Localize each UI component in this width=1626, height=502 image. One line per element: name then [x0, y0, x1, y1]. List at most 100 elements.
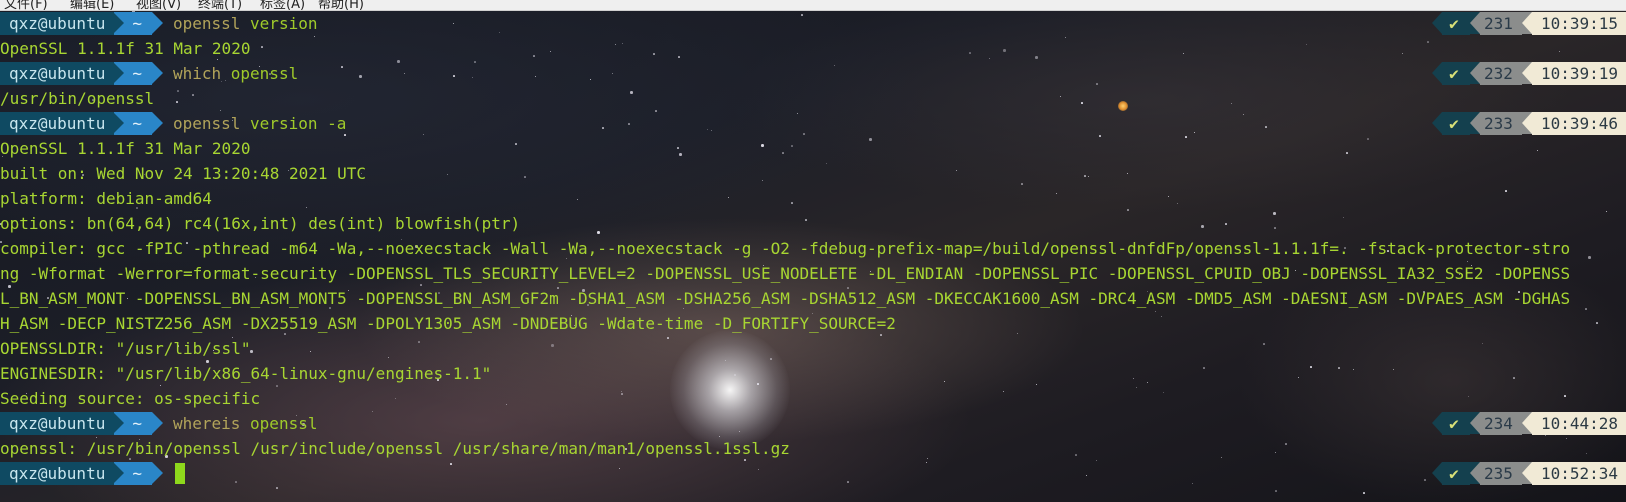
history-number: 232: [1480, 62, 1522, 85]
powerline-separator-icon: [1432, 62, 1442, 84]
prompt-dir-text: ~: [132, 64, 142, 83]
command-args: version -a: [240, 114, 347, 133]
prompt-dir-text: ~: [132, 414, 142, 433]
star: [1275, 490, 1277, 492]
powerline-separator-icon: [1432, 12, 1442, 34]
prompt-dir-text: ~: [132, 14, 142, 33]
menu-item[interactable]: 帮助(H): [318, 0, 364, 10]
prompt-user: qxz@ubuntu: [0, 462, 115, 485]
menu-item[interactable]: 标签(A): [260, 0, 305, 10]
timestamp: 10:52:34: [1532, 462, 1626, 485]
powerline-separator-icon: [151, 62, 163, 84]
output-line: Seeding source: os-specific: [0, 389, 261, 408]
powerline-separator-icon: [1470, 462, 1480, 484]
powerline-separator-icon: [113, 12, 125, 34]
right-prompt-status: ✔ 235 10:52:34: [1432, 462, 1626, 485]
command-text: openssl version: [173, 14, 318, 33]
history-number: 233: [1480, 112, 1522, 135]
powerline-separator-icon: [151, 412, 163, 434]
success-check-icon: ✔: [1442, 12, 1470, 35]
powerline-separator-icon: [1470, 112, 1480, 134]
powerline-separator-icon: [1432, 412, 1442, 434]
powerline-separator-icon: [1522, 462, 1532, 484]
output-line: openssl: /usr/bin/openssl /usr/include/o…: [0, 439, 790, 458]
prompt-directory: ~: [113, 412, 152, 435]
success-check-icon: ✔: [1442, 112, 1470, 135]
powerline-separator-icon: [1432, 112, 1442, 134]
history-number: 234: [1480, 412, 1522, 435]
prompt-line: qxz@ubuntu ~ which openssl ✔ 232 10:39:19: [0, 61, 1626, 86]
powerline-separator-icon: [151, 462, 163, 484]
timestamp: 10:39:15: [1532, 12, 1626, 35]
powerline-separator-icon: [1470, 412, 1480, 434]
command-args: openssl: [221, 64, 299, 83]
menu-item[interactable]: 终端(T): [198, 0, 242, 10]
prompt-line: qxz@ubuntu ~ whereis openssl ✔ 234 10:44:28: [0, 411, 1626, 436]
command-name: which: [172, 64, 222, 83]
timestamp: 10:39:19: [1532, 62, 1626, 85]
output-line: compiler: gcc -fPIC -pthread -m64 -Wa,--…: [0, 239, 1571, 258]
command-text: whereis openssl: [173, 414, 318, 433]
powerline-separator-icon: [151, 112, 163, 134]
prompt-line: qxz@ubuntu ~ openssl version ✔ 231 10:39:15: [0, 11, 1626, 36]
prompt-dir-text: ~: [132, 464, 142, 483]
menu-item[interactable]: 视图(V): [136, 0, 181, 10]
right-prompt-status: ✔ 233 10:39:46: [1432, 112, 1626, 135]
powerline-separator-icon: [1522, 112, 1532, 134]
powerline-separator-icon: [151, 12, 163, 34]
command-name: openssl: [172, 14, 241, 33]
output-line: OpenSSL 1.1.1f 31 Mar 2020: [0, 39, 251, 58]
prompt-user: qxz@ubuntu: [0, 62, 115, 85]
output-line: platform: debian-amd64: [0, 189, 212, 208]
command-name: openssl: [172, 114, 241, 133]
output-line: options: bn(64,64) rc4(16x,int) des(int)…: [0, 214, 521, 233]
output-line: OpenSSL 1.1.1f 31 Mar 2020: [0, 139, 251, 158]
powerline-separator-icon: [113, 462, 125, 484]
command-args: openssl: [240, 414, 318, 433]
prompt-directory: ~: [113, 62, 152, 85]
command-name: whereis: [172, 414, 241, 433]
timestamp: 10:44:28: [1532, 412, 1626, 435]
powerline-separator-icon: [1432, 462, 1442, 484]
success-check-icon: ✔: [1442, 462, 1470, 485]
powerline-separator-icon: [1522, 412, 1532, 434]
prompt-line: qxz@ubuntu ~ ✔ 235 10:52:34: [0, 461, 1626, 486]
powerline-separator-icon: [1470, 12, 1480, 34]
right-prompt-status: ✔ 234 10:44:28: [1432, 412, 1626, 435]
menu-item[interactable]: 文件(F): [4, 0, 48, 10]
output-line: L_BN_ASM_MONT -DOPENSSL_BN_ASM_MONT5 -DO…: [0, 289, 1571, 308]
output-line: H_ASM -DECP_NISTZ256_ASM -DX25519_ASM -D…: [0, 314, 896, 333]
star: [1363, 492, 1365, 494]
output-line: OPENSSLDIR: "/usr/lib/ssl": [0, 339, 251, 358]
prompt-user: qxz@ubuntu: [0, 112, 115, 135]
powerline-separator-icon: [113, 62, 125, 84]
prompt-user: qxz@ubuntu: [0, 12, 115, 35]
prompt-directory: ~: [113, 112, 152, 135]
powerline-separator-icon: [113, 412, 125, 434]
right-prompt-status: ✔ 231 10:39:15: [1432, 12, 1626, 35]
menu-bar: 文件(F) 编辑(E) 视图(V) 终端(T) 标签(A) 帮助(H): [0, 0, 1626, 11]
success-check-icon: ✔: [1442, 412, 1470, 435]
powerline-separator-icon: [1470, 62, 1480, 84]
star: [276, 487, 278, 489]
prompt-line: qxz@ubuntu ~ openssl version -a ✔ 233 10:39:4…: [0, 111, 1626, 136]
command-text: openssl version -a: [173, 114, 346, 133]
menu-item[interactable]: 编辑(E): [70, 0, 114, 10]
text-cursor[interactable]: [174, 463, 185, 484]
output-line: built on: Wed Nov 24 13:20:48 2021 UTC: [0, 164, 367, 183]
output-line: ng -Wformat -Werror=format-security -DOP…: [0, 264, 1571, 283]
command-text: which openssl: [173, 64, 298, 83]
prompt-directory: ~: [113, 462, 152, 485]
command-args: version: [240, 14, 318, 33]
prompt-directory: ~: [113, 12, 152, 35]
right-prompt-status: ✔ 232 10:39:19: [1432, 62, 1626, 85]
terminal-output[interactable]: qxz@ubuntu ~ openssl version ✔ 231 10:39:15 Op…: [0, 11, 1626, 486]
output-line: /usr/bin/openssl: [0, 89, 155, 108]
prompt-dir-text: ~: [132, 114, 142, 133]
powerline-separator-icon: [1522, 12, 1532, 34]
history-number: 235: [1480, 462, 1522, 485]
output-line: ENGINESDIR: "/usr/lib/x86_64-linux-gnu/e…: [0, 364, 492, 383]
powerline-separator-icon: [1522, 62, 1532, 84]
history-number: 231: [1480, 12, 1522, 35]
success-check-icon: ✔: [1442, 62, 1470, 85]
